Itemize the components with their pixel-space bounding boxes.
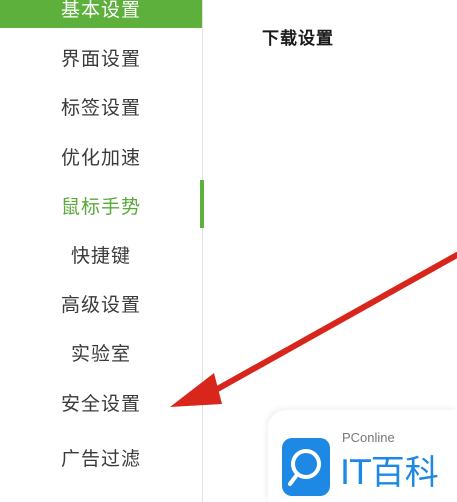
watermark-brand-small: PConline — [342, 430, 395, 445]
watermark-brand-large: IT百科 — [340, 453, 439, 493]
watermark-brand-large-text: IT百科 — [340, 453, 439, 493]
magnifier-logo-icon — [282, 438, 330, 496]
